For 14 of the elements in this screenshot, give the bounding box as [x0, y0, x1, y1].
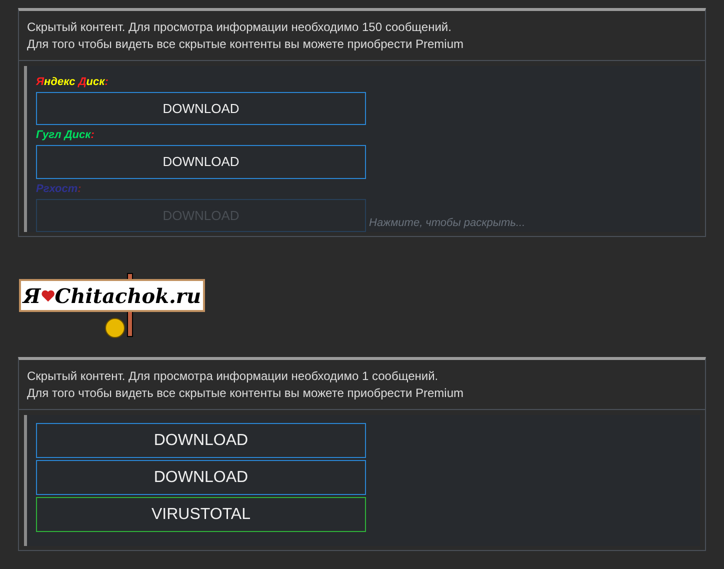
download-button[interactable]: DOWNLOAD	[36, 145, 366, 179]
notice-text: Для того чтобы видеть все скрытые контенты вы можете приобрести Premium	[27, 385, 465, 402]
host-label: Гугл Диск:	[36, 128, 96, 144]
host-label: Ргхост:	[36, 182, 82, 197]
download-button[interactable]: DOWNLOAD	[36, 423, 366, 458]
logo-text: Я	[23, 286, 41, 306]
download-button[interactable]: DOWNLOAD	[36, 460, 366, 495]
logo-text: Chitachok.ru	[54, 286, 201, 306]
notice-text: Скрытый контент. Для просмотра информации необходимо 1 сообщений.	[27, 368, 440, 385]
notice-text: Для того чтобы видеть все скрытые контенты вы можете приобрести Premium	[27, 36, 465, 53]
host-label: Яндекс Диск:	[36, 75, 110, 90]
download-button[interactable]: DOWNLOAD	[36, 92, 366, 126]
download-button[interactable]: VIRUSTOTAL	[36, 497, 366, 532]
notice-text: Скрытый контент. Для просмотра информации необходимо 150 сообщений.	[27, 19, 452, 36]
